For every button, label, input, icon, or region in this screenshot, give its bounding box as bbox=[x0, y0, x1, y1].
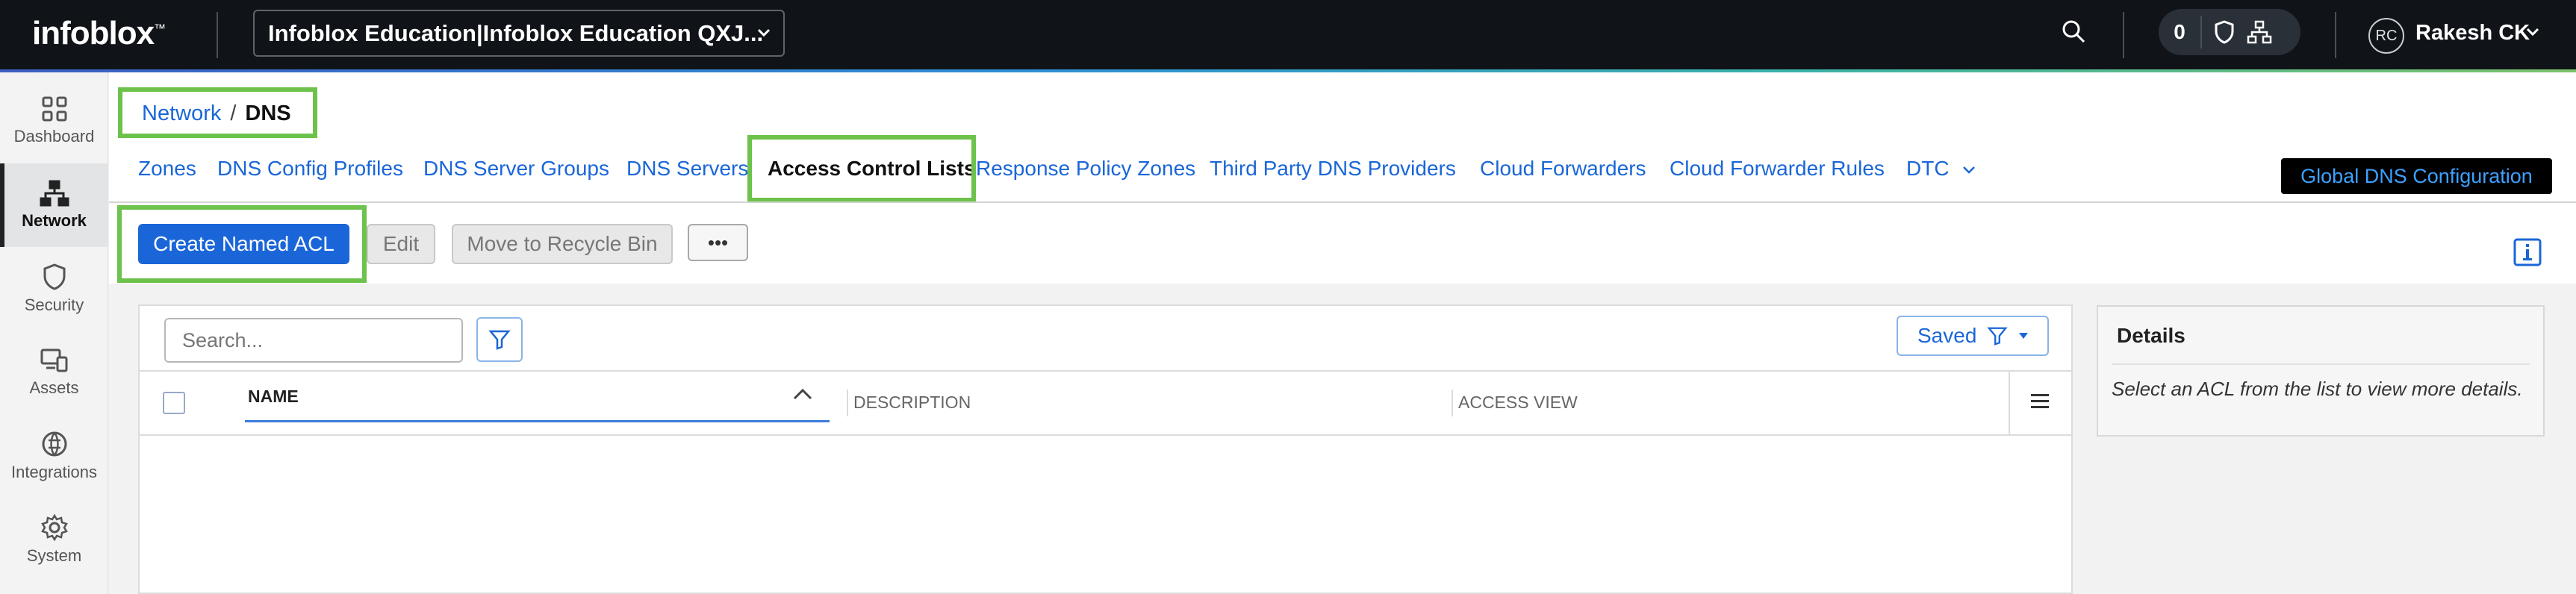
trademark-symbol: ™ bbox=[154, 22, 166, 36]
search-icon[interactable] bbox=[2061, 19, 2086, 44]
topbar-divider bbox=[2123, 12, 2124, 58]
filter-button[interactable] bbox=[476, 317, 523, 362]
sidebar-item-dashboard[interactable]: Dashboard bbox=[0, 79, 108, 163]
network-icon bbox=[40, 180, 69, 207]
sidebar-item-label: Network bbox=[22, 211, 87, 230]
column-menu-icon[interactable] bbox=[2029, 392, 2050, 411]
column-header-access-view[interactable]: ACCESS VIEW bbox=[1458, 393, 1578, 413]
assets-icon bbox=[40, 347, 69, 374]
sidebar-item-assets[interactable]: Assets bbox=[0, 331, 108, 414]
sidebar-item-label: Assets bbox=[29, 378, 79, 397]
tab-response-policy-zones[interactable]: Response Policy Zones bbox=[976, 157, 1195, 181]
tenant-selector[interactable]: Infoblox Education|Infoblox Education QX… bbox=[253, 10, 785, 57]
shield-icon bbox=[42, 263, 67, 291]
tenant-label: Infoblox Education|Infoblox Education QX… bbox=[268, 19, 764, 46]
chevron-down-icon bbox=[756, 28, 771, 38]
tab-cloud-forwarder-rules[interactable]: Cloud Forwarder Rules bbox=[1670, 157, 1885, 181]
edit-button[interactable]: Edit bbox=[367, 224, 435, 264]
column-header-description[interactable]: DESCRIPTION bbox=[853, 393, 971, 413]
chevron-down-icon[interactable] bbox=[2525, 27, 2540, 37]
chevron-down-icon bbox=[1963, 166, 1976, 174]
highlight-box-breadcrumb bbox=[118, 87, 317, 138]
saved-filters-button[interactable]: Saved bbox=[1897, 316, 2049, 356]
tab-dns-server-groups[interactable]: DNS Server Groups bbox=[423, 157, 609, 181]
global-dns-configuration-button[interactable]: Global DNS Configuration bbox=[2281, 158, 2552, 194]
tab-cloud-forwarders[interactable]: Cloud Forwarders bbox=[1480, 157, 1646, 181]
saved-filters-label: Saved bbox=[1917, 324, 1977, 347]
notification-count[interactable]: 0 bbox=[2159, 16, 2202, 49]
integrations-icon bbox=[40, 430, 69, 458]
name-column-active-underline bbox=[245, 420, 830, 422]
grid-header-bottom-border bbox=[140, 434, 2071, 436]
details-empty-message: Select an ACL from the list to view more… bbox=[2112, 378, 2523, 400]
column-header-name[interactable]: NAME bbox=[248, 387, 299, 407]
top-bar: infoblox™ Infoblox Education|Infoblox Ed… bbox=[0, 0, 2576, 72]
tab-dns-servers[interactable]: DNS Servers bbox=[626, 157, 748, 181]
sidebar-item-label: System bbox=[26, 546, 82, 565]
topbar-divider bbox=[2335, 12, 2336, 58]
network-status-icon[interactable] bbox=[2247, 20, 2272, 44]
tab-zones[interactable]: Zones bbox=[138, 157, 196, 181]
topbar-divider bbox=[217, 12, 218, 58]
gear-icon bbox=[40, 513, 69, 542]
filter-icon bbox=[1987, 327, 2009, 346]
user-name[interactable]: Rakesh CK bbox=[2415, 21, 2530, 46]
search-input[interactable] bbox=[164, 318, 463, 363]
tab-third-party-dns-providers[interactable]: Third Party DNS Providers bbox=[1210, 157, 1456, 181]
tab-dtc[interactable]: DTC bbox=[1906, 157, 1976, 181]
sidebar-item-security[interactable]: Security bbox=[0, 247, 108, 331]
more-actions-button[interactable]: ••• bbox=[688, 224, 748, 261]
infoblox-logo[interactable]: infoblox™ bbox=[32, 15, 166, 52]
column-separator bbox=[847, 390, 848, 416]
highlight-box-acl-tab bbox=[747, 135, 976, 202]
dashboard-grid-icon bbox=[41, 96, 68, 122]
filter-icon bbox=[488, 330, 511, 350]
grid-header-top-border bbox=[140, 370, 2071, 372]
avatar[interactable]: RC bbox=[2368, 18, 2404, 54]
move-to-recycle-bin-button[interactable]: Move to Recycle Bin bbox=[452, 224, 673, 264]
sidebar-item-integrations[interactable]: Integrations bbox=[0, 414, 108, 498]
sort-ascending-icon[interactable] bbox=[791, 387, 814, 401]
sidebar-item-system[interactable]: System bbox=[0, 498, 108, 581]
column-separator bbox=[2009, 372, 2010, 434]
status-indicators[interactable]: 0 bbox=[2159, 9, 2300, 55]
tabs-divider bbox=[109, 201, 2576, 203]
sidebar-item-label: Dashboard bbox=[13, 127, 95, 146]
highlight-box-create-button bbox=[117, 205, 367, 283]
details-title: Details bbox=[2117, 324, 2185, 347]
tab-dtc-label: DTC bbox=[1906, 157, 1950, 180]
column-separator bbox=[1452, 390, 1453, 416]
sidebar: Dashboard Network Security Assets Integr… bbox=[0, 72, 108, 594]
shield-status-icon[interactable] bbox=[2214, 20, 2235, 44]
caret-down-icon bbox=[2019, 333, 2029, 339]
details-divider bbox=[2112, 363, 2530, 365]
info-icon[interactable] bbox=[2513, 237, 2542, 267]
sidebar-item-label: Security bbox=[24, 296, 84, 314]
select-all-checkbox[interactable] bbox=[163, 392, 185, 414]
tab-dns-config-profiles[interactable]: DNS Config Profiles bbox=[217, 157, 403, 181]
sidebar-item-label: Integrations bbox=[11, 463, 97, 481]
sidebar-item-network[interactable]: Network bbox=[0, 163, 108, 247]
